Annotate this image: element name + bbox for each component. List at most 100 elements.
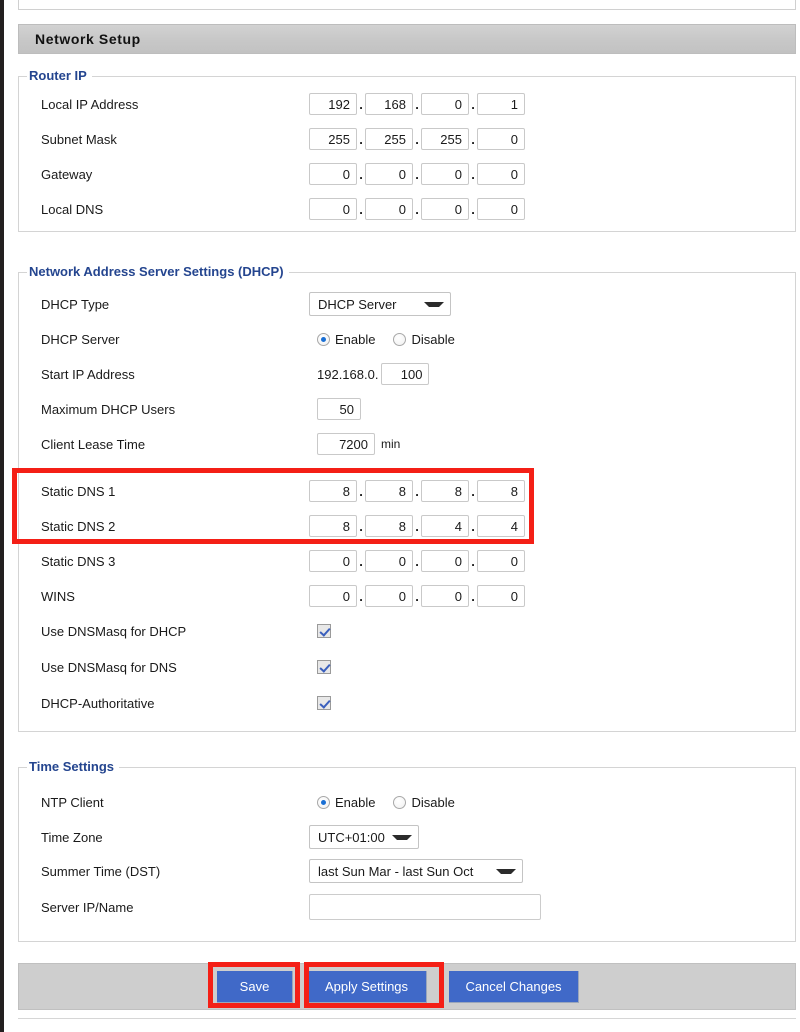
label-ntp-client: NTP Client (19, 795, 309, 810)
network-setup-page: Network Setup Router IP Local IP Address… (4, 0, 800, 1032)
static-dns-3-octet-3[interactable] (421, 550, 469, 572)
ip-separator: . (357, 167, 365, 182)
row-static-dns-3: Static DNS 3 . . . (19, 546, 795, 576)
label-subnet-mask: Subnet Mask (19, 132, 309, 147)
gateway-octet-4[interactable] (477, 163, 525, 185)
subnet-mask-octet-3[interactable] (421, 128, 469, 150)
use-dnsmasq-for-dns-checkbox[interactable] (317, 660, 331, 674)
start-ip-last-octet-input[interactable] (381, 363, 429, 385)
server-ip-name-input[interactable] (309, 894, 541, 920)
label-use-dnsmasq-for-dhcp: Use DNSMasq for DHCP (19, 624, 309, 639)
section-time-settings-legend: Time Settings (27, 759, 119, 774)
use-dnsmasq-for-dhcp-checkbox[interactable] (317, 624, 331, 638)
row-ntp-client: NTP Client Enable Disable (19, 787, 795, 817)
gateway-octet-2[interactable] (365, 163, 413, 185)
row-server-ip-name: Server IP/Name (19, 892, 795, 922)
static-dns-2-octet-4[interactable] (477, 515, 525, 537)
ip-separator: . (469, 97, 477, 112)
static-dns-3-octet-2[interactable] (365, 550, 413, 572)
action-button-bar: Save Apply Settings Cancel Changes (18, 963, 796, 1010)
ntp-client-enable-radio[interactable] (317, 796, 330, 809)
static-dns-1-octet-2[interactable] (365, 480, 413, 502)
static-dns-2-octet-3[interactable] (421, 515, 469, 537)
static-dns-1-octet-1[interactable] (309, 480, 357, 502)
ntp-client-radio-group: Enable Disable (309, 795, 473, 810)
label-summer-time-dst: Summer Time (DST) (19, 864, 309, 879)
chevron-down-icon (496, 869, 516, 874)
label-maximum-dhcp-users: Maximum DHCP Users (19, 402, 309, 417)
time-zone-select[interactable]: UTC+01:00 (309, 825, 419, 849)
ip-separator: . (357, 202, 365, 217)
local-ip-octet-1[interactable] (309, 93, 357, 115)
wins-octet-3[interactable] (421, 585, 469, 607)
ip-separator: . (357, 132, 365, 147)
maximum-dhcp-users-input[interactable] (317, 398, 361, 420)
dhcp-type-select[interactable]: DHCP Server (309, 292, 451, 316)
cancel-changes-button[interactable]: Cancel Changes (449, 971, 579, 1003)
static-dns-2-octet-2[interactable] (365, 515, 413, 537)
section-dhcp-legend: Network Address Server Settings (DHCP) (27, 264, 289, 279)
page-title-bar: Network Setup (18, 24, 796, 54)
dhcp-server-disable-radio[interactable] (393, 333, 406, 346)
row-client-lease-time: Client Lease Time min (19, 429, 795, 459)
ip-separator: . (357, 519, 365, 534)
section-router-ip: Router IP Local IP Address . . . Subnet … (18, 76, 796, 232)
wins-octet-4[interactable] (477, 585, 525, 607)
local-dns-octet-3[interactable] (421, 198, 469, 220)
row-gateway: Gateway . . . (19, 159, 795, 189)
summer-time-dst-select[interactable]: last Sun Mar - last Sun Oct (309, 859, 523, 883)
ip-separator: . (357, 554, 365, 569)
row-subnet-mask: Subnet Mask . . . (19, 124, 795, 154)
label-static-dns-3: Static DNS 3 (19, 554, 309, 569)
static-dns-3-octet-1[interactable] (309, 550, 357, 572)
local-ip-octet-2[interactable] (365, 93, 413, 115)
page-bottom-divider (18, 1018, 796, 1019)
local-ip-octet-3[interactable] (421, 93, 469, 115)
static-dns-1-input-group: . . . (309, 480, 525, 502)
local-ip-address-input-group: . . . (309, 93, 525, 115)
dhcp-authoritative-checkbox[interactable] (317, 696, 331, 710)
gateway-octet-1[interactable] (309, 163, 357, 185)
local-dns-octet-4[interactable] (477, 198, 525, 220)
row-static-dns-1: Static DNS 1 . . . (19, 476, 795, 506)
label-static-dns-1: Static DNS 1 (19, 484, 309, 499)
local-dns-input-group: . . . (309, 198, 525, 220)
row-dhcp-server: DHCP Server Enable Disable (19, 324, 795, 354)
local-dns-octet-2[interactable] (365, 198, 413, 220)
ntp-client-enable-label: Enable (335, 795, 375, 810)
static-dns-2-input-group: . . . (309, 515, 525, 537)
client-lease-time-input[interactable] (317, 433, 375, 455)
gateway-octet-3[interactable] (421, 163, 469, 185)
wins-octet-2[interactable] (365, 585, 413, 607)
local-ip-octet-4[interactable] (477, 93, 525, 115)
client-lease-time-control: min (309, 433, 400, 455)
label-local-dns: Local DNS (19, 202, 309, 217)
wins-input-group: . . . (309, 585, 525, 607)
static-dns-1-octet-4[interactable] (477, 480, 525, 502)
ip-separator: . (413, 519, 421, 534)
dhcp-authoritative-control (309, 696, 331, 710)
dhcp-type-value: DHCP Server (318, 297, 397, 312)
ntp-client-disable-label: Disable (411, 795, 454, 810)
subnet-mask-octet-4[interactable] (477, 128, 525, 150)
subnet-mask-octet-1[interactable] (309, 128, 357, 150)
apply-settings-button[interactable]: Apply Settings (307, 971, 427, 1003)
ip-separator: . (357, 97, 365, 112)
static-dns-1-octet-3[interactable] (421, 480, 469, 502)
static-dns-3-input-group: . . . (309, 550, 525, 572)
label-gateway: Gateway (19, 167, 309, 182)
label-client-lease-time: Client Lease Time (19, 437, 309, 452)
dhcp-server-enable-radio[interactable] (317, 333, 330, 346)
local-dns-octet-1[interactable] (309, 198, 357, 220)
ip-separator: . (469, 554, 477, 569)
ntp-client-disable-radio[interactable] (393, 796, 406, 809)
subnet-mask-octet-2[interactable] (365, 128, 413, 150)
save-button[interactable]: Save (217, 971, 293, 1003)
gateway-input-group: . . . (309, 163, 525, 185)
label-use-dnsmasq-for-dns: Use DNSMasq for DNS (19, 660, 309, 675)
row-local-dns: Local DNS . . . (19, 194, 795, 224)
static-dns-2-octet-1[interactable] (309, 515, 357, 537)
static-dns-3-octet-4[interactable] (477, 550, 525, 572)
wins-octet-1[interactable] (309, 585, 357, 607)
label-static-dns-2: Static DNS 2 (19, 519, 309, 534)
